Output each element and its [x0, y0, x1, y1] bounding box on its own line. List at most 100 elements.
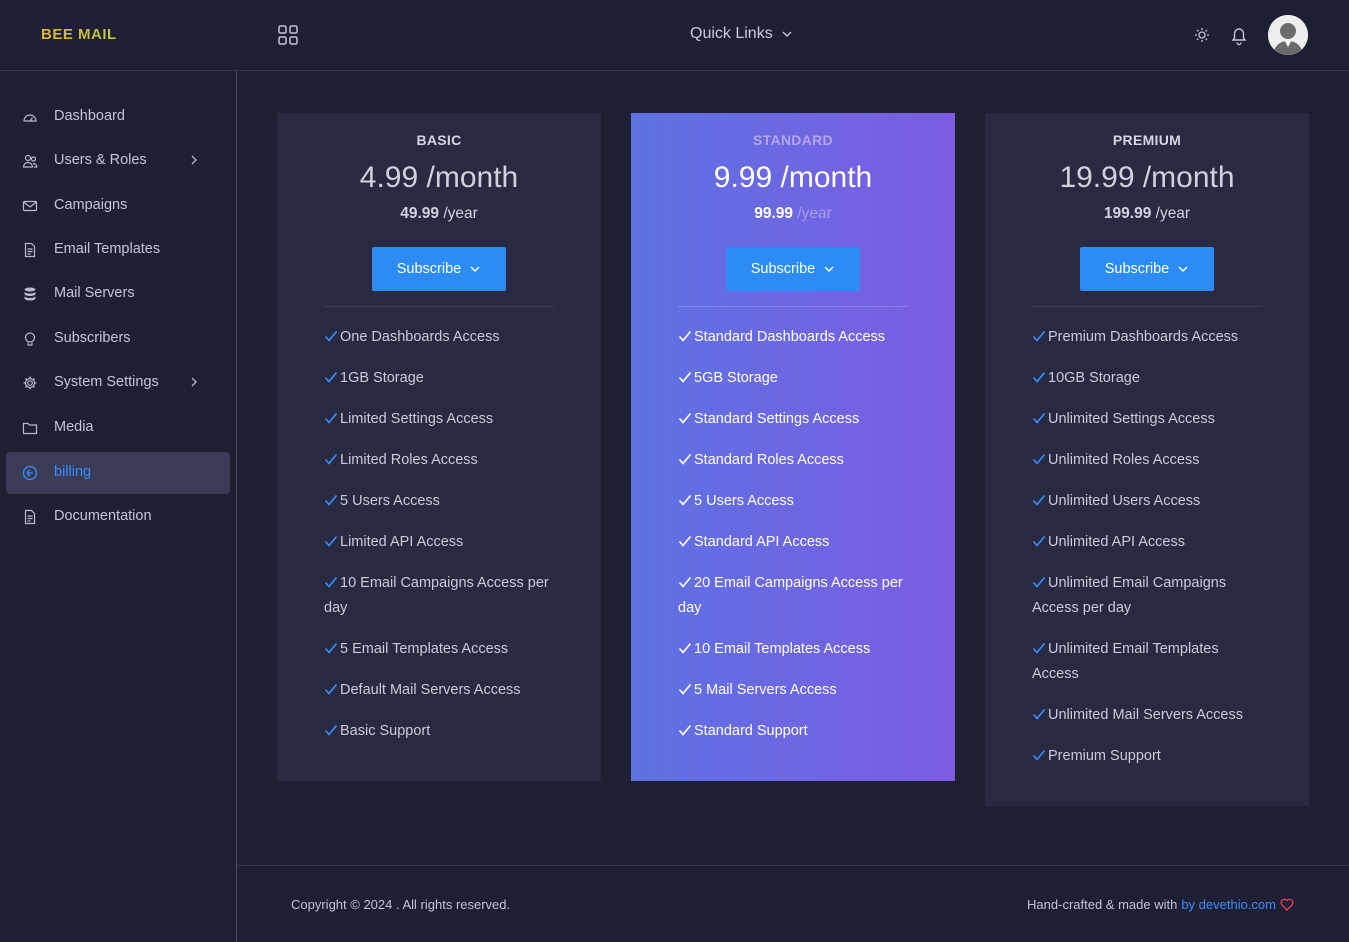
- checkmark-icon: [678, 724, 692, 736]
- feature-label: 5GB Storage: [694, 370, 778, 386]
- subscribe-button-label: Subscribe: [1104, 261, 1170, 277]
- checkmark-icon: [678, 494, 692, 506]
- chevron-down-icon: [824, 266, 834, 272]
- sidebar-item-label: Campaigns: [54, 197, 128, 213]
- gear-icon: [23, 376, 37, 390]
- plan-name: STANDARD: [753, 132, 833, 148]
- feature-list: Premium Dashboards Access 10GB Storage Unl…: [1032, 325, 1264, 785]
- chevron-down-icon: [1178, 266, 1188, 272]
- chevron-right-icon: [191, 155, 197, 165]
- feature-item: Limited API Access: [324, 530, 556, 555]
- chevron-right-icon: [191, 377, 197, 387]
- checkmark-icon: [678, 330, 692, 342]
- footer-divider: [237, 865, 1349, 866]
- feature-item: Unlimited Roles Access: [1032, 448, 1264, 473]
- credits-link[interactable]: by devethio.com: [1181, 897, 1276, 912]
- checkmark-icon: [678, 576, 692, 588]
- subscribe-button-label: Subscribe: [750, 261, 816, 277]
- sidebar-item-label: Users & Roles: [54, 152, 147, 168]
- checkmark-icon: [678, 535, 692, 547]
- feature-label: Basic Support: [340, 723, 431, 739]
- copyright-text: Copyright © 2024 . All rights reserved.: [291, 897, 511, 912]
- checkmark-icon: [1032, 708, 1046, 720]
- checkmark-icon: [1032, 453, 1046, 465]
- feature-label: Premium Dashboards Access: [1048, 329, 1239, 345]
- checkmark-icon: [324, 724, 338, 736]
- plan-monthly-price: 9.99 /month: [713, 161, 873, 194]
- folder-icon: [22, 422, 38, 435]
- sidebar-item-billing[interactable]: billing: [6, 452, 230, 494]
- subscribe-button[interactable]: Subscribe: [726, 247, 860, 291]
- feature-label: Standard Dashboards Access: [694, 329, 886, 345]
- checkmark-icon: [678, 683, 692, 695]
- feature-item: Limited Settings Access: [324, 407, 556, 432]
- brand-logo[interactable]: BEE MAIL: [41, 26, 117, 43]
- sidebar-item-label: Email Templates: [54, 241, 161, 257]
- feature-label: Unlimited Roles Access: [1048, 452, 1200, 468]
- feature-label: 5 Mail Servers Access: [694, 682, 837, 698]
- document-icon: [24, 509, 36, 525]
- feature-item: Standard Roles Access: [678, 448, 910, 473]
- checkmark-icon: [1032, 371, 1046, 383]
- feature-label: Unlimited Settings Access: [1048, 411, 1215, 427]
- sun-icon[interactable]: [1191, 24, 1213, 46]
- quick-links-dropdown[interactable]: Quick Links: [690, 25, 793, 43]
- subscribe-button[interactable]: Subscribe: [1080, 247, 1214, 291]
- feature-label: One Dashboards Access: [340, 329, 500, 345]
- feature-label: Limited Roles Access: [340, 452, 478, 468]
- feature-item: 5 Users Access: [324, 489, 556, 514]
- checkmark-icon: [1032, 535, 1046, 547]
- checkmark-icon: [1032, 749, 1046, 761]
- feature-item: 5 Mail Servers Access: [678, 678, 910, 703]
- chevron-down-icon: [782, 31, 792, 37]
- feature-label: Limited API Access: [340, 534, 464, 550]
- divider: [1032, 306, 1262, 307]
- feature-label: Standard Roles Access: [694, 452, 844, 468]
- feature-label: Limited Settings Access: [340, 411, 494, 427]
- feature-label: 10 Email Campaigns Access per day: [324, 575, 549, 616]
- plan-yearly-price: 199.99 /year: [1103, 205, 1191, 222]
- apps-grid-icon[interactable]: [277, 24, 299, 46]
- bell-icon[interactable]: [1228, 24, 1250, 46]
- sidebar-item-label: Media: [54, 419, 94, 435]
- sidebar-item-dashboard[interactable]: Dashboard: [6, 96, 230, 138]
- sidebar-item-subscribers[interactable]: Subscribers: [6, 318, 230, 360]
- user-avatar[interactable]: [1268, 15, 1308, 55]
- divider: [324, 306, 554, 307]
- sidebar-item-label: Mail Servers: [54, 285, 135, 301]
- subscribe-button[interactable]: Subscribe: [372, 247, 506, 291]
- checkmark-icon: [678, 412, 692, 424]
- checkmark-icon: [1032, 576, 1046, 588]
- plan-name: BASIC: [416, 132, 462, 148]
- sidebar-item-system-settings[interactable]: System Settings: [6, 362, 230, 404]
- feature-label: Standard API Access: [694, 534, 830, 550]
- feature-item: 5GB Storage: [678, 366, 910, 391]
- feature-label: Premium Support: [1048, 748, 1161, 764]
- feature-label: 5 Users Access: [340, 493, 440, 509]
- sidebar-item-users-roles[interactable]: Users & Roles: [6, 140, 230, 182]
- feature-item: 5 Users Access: [678, 489, 910, 514]
- sidebar-item-mail-servers[interactable]: Mail Servers: [6, 273, 230, 315]
- sidebar-item-campaigns[interactable]: Campaigns: [6, 185, 230, 227]
- plan-yearly-price: 49.99 /year: [400, 205, 478, 222]
- feature-label: Unlimited Mail Servers Access: [1048, 707, 1243, 723]
- sidebar-item-media[interactable]: Media: [6, 407, 230, 449]
- feature-item: 20 Email Campaigns Access per day: [678, 571, 910, 621]
- document-icon: [24, 242, 36, 258]
- sidebar-item-label: Subscribers: [54, 330, 131, 346]
- checkmark-icon: [324, 535, 338, 547]
- subscribe-button-label: Subscribe: [396, 261, 462, 277]
- feature-label: Unlimited Email Templates Access: [1032, 641, 1219, 682]
- feature-label: 5 Users Access: [694, 493, 794, 509]
- sidebar-item-email-templates[interactable]: Email Templates: [6, 229, 230, 271]
- sidebar-item-documentation[interactable]: Documentation: [6, 496, 230, 538]
- sidebar-item-label: Documentation: [54, 508, 152, 524]
- database-icon: [24, 287, 36, 301]
- feature-item: 5 Email Templates Access: [324, 637, 556, 662]
- chevron-down-icon: [470, 266, 480, 272]
- lightbulb-icon: [24, 332, 36, 346]
- credits-prefix: Hand-crafted & made with: [1027, 897, 1178, 912]
- feature-label: Default Mail Servers Access: [340, 682, 521, 698]
- feature-item: Unlimited Users Access: [1032, 489, 1264, 514]
- dashboard-icon: [23, 114, 37, 122]
